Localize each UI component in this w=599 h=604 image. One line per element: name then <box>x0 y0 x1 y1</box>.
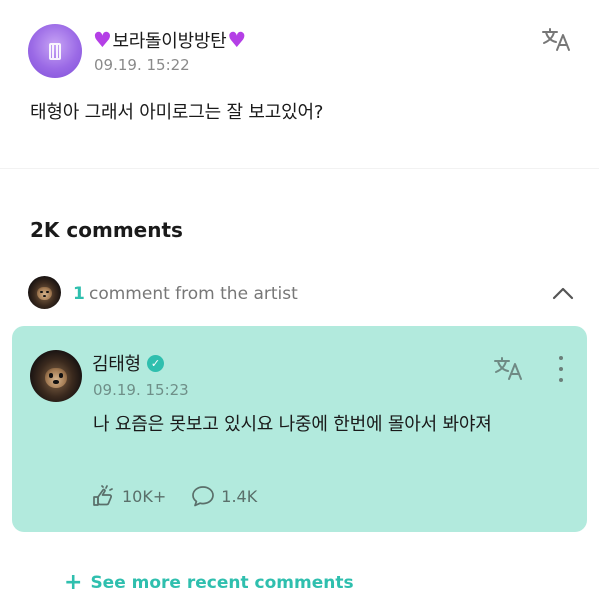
like-count: 10K+ <box>122 486 167 506</box>
artist-comment-text: 나 요즘은 못보고 있시요 나중에 한번에 몰아서 봐야져 <box>93 414 492 435</box>
cheer-hand-icon <box>93 485 113 506</box>
purple-heart-icon: ♥ <box>93 27 112 52</box>
post: ♥ 보라돌이방방탄 ♥ 09.19. 15:22 태형아 그래서 아미로그는 잘… <box>0 0 599 168</box>
see-more-label: See more recent comments <box>90 573 354 593</box>
translate-icon[interactable] <box>493 355 525 381</box>
comments-count: 2K comments <box>30 218 183 242</box>
artist-comment-count: 1 <box>73 284 85 304</box>
speech-bubble-icon <box>192 486 215 507</box>
user-avatar[interactable] <box>28 24 82 78</box>
chevron-up-icon[interactable] <box>551 284 575 302</box>
reply-button[interactable]: 1.4K <box>191 485 257 507</box>
divider <box>0 168 599 169</box>
post-author-name-text: 보라돌이방방탄 <box>112 31 227 52</box>
artist-comment-author-name: 김태형 <box>92 354 141 375</box>
artist-avatar <box>28 276 61 309</box>
verified-badge-icon: ✓ <box>146 354 164 372</box>
post-timestamp: 09.19. 15:22 <box>94 56 190 74</box>
artist-comment-card: 김태형 ✓ 09.19. 15:23 나 요즘은 못보고 있시요 나중에 한번에… <box>12 326 587 532</box>
artist-comment-actions: 10K+ 1.4K <box>92 484 282 508</box>
translate-icon[interactable] <box>541 26 573 52</box>
like-button[interactable]: 10K+ <box>92 485 166 507</box>
artist-comment-label: comment from the artist <box>89 284 298 304</box>
post-body: 태형아 그래서 아미로그는 잘 보고있어? <box>30 102 324 123</box>
post-author-name[interactable]: ♥ 보라돌이방방탄 ♥ <box>93 27 246 53</box>
plus-icon: + <box>64 570 83 595</box>
bts-logo-icon <box>49 42 61 60</box>
see-more-comments-button[interactable]: + See more recent comments <box>64 572 354 594</box>
artist-comments-toggle[interactable]: 1 comment from the artist <box>0 276 599 312</box>
artist-comment-avatar[interactable] <box>30 350 82 402</box>
purple-heart-icon: ♥ <box>227 27 246 52</box>
artist-comment-timestamp: 09.19. 15:23 <box>93 381 189 399</box>
more-vertical-icon[interactable] <box>556 356 566 382</box>
artist-comment-author[interactable]: 김태형 ✓ <box>92 350 164 376</box>
reply-count: 1.4K <box>221 486 258 506</box>
